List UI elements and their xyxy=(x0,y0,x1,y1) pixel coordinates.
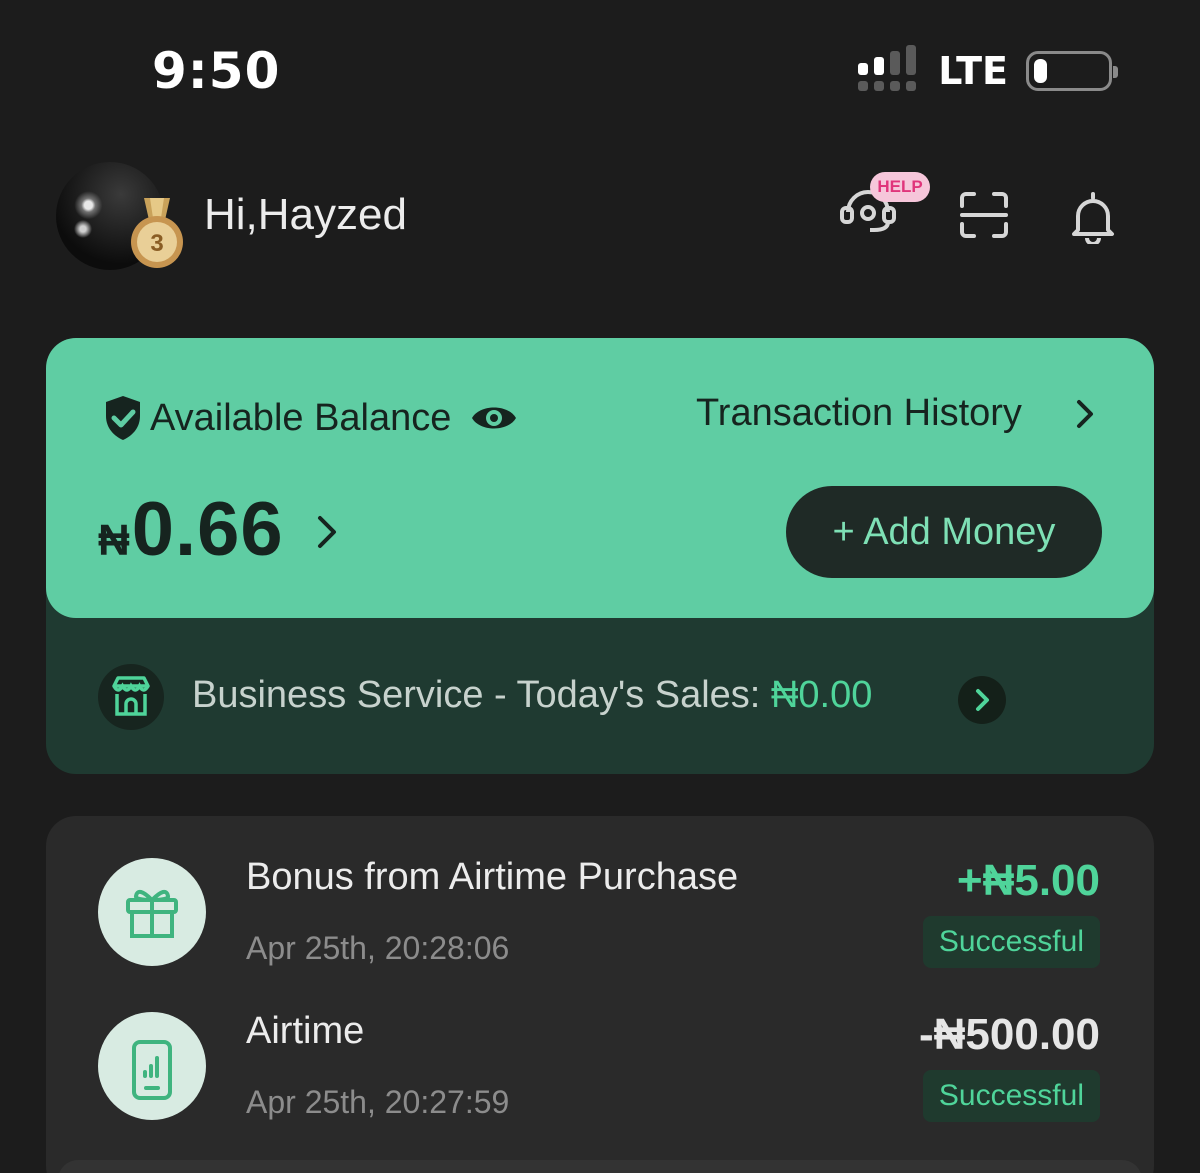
next-card-edge xyxy=(58,1160,1142,1173)
battery-icon xyxy=(1026,51,1118,91)
shield-check-icon xyxy=(106,396,140,440)
status-indicators: LTE xyxy=(858,45,1118,94)
available-balance-label: Available Balance xyxy=(150,396,452,439)
todays-sales-amount: ₦0.00 xyxy=(770,674,873,716)
transaction-amount: -₦500.00 xyxy=(918,1010,1100,1059)
chevron-right-icon xyxy=(976,689,989,711)
business-store-icon xyxy=(98,664,164,730)
scan-icon[interactable] xyxy=(958,190,1010,240)
transaction-date: Apr 25th, 20:27:59 xyxy=(246,1084,510,1120)
status-badge: Successful xyxy=(922,916,1100,968)
balance-amount[interactable]: ₦ 0.66 xyxy=(98,486,284,573)
wallet-home-screen: 9:50 LTE 3 Hi,Hayzed HELP Available Bala… xyxy=(0,0,1200,1173)
transaction-title[interactable]: Bonus from Airtime Purchase xyxy=(246,856,738,899)
signal-strength-icon xyxy=(858,45,920,93)
business-service-arrow-button[interactable] xyxy=(958,676,1006,724)
bell-icon[interactable] xyxy=(1070,190,1116,244)
add-money-button[interactable]: + Add Money xyxy=(786,486,1102,578)
business-service-label: Business Service - Today's Sales: xyxy=(192,674,771,716)
gift-icon xyxy=(98,858,206,966)
transaction-history-link[interactable]: Transaction History xyxy=(696,392,1022,435)
transaction-amount: +₦5.00 xyxy=(956,856,1100,905)
currency-symbol: ₦ xyxy=(98,516,130,565)
status-time: 9:50 xyxy=(152,42,281,100)
business-service-text[interactable]: Business Service - Today's Sales: ₦0.00 xyxy=(192,674,872,717)
greeting: Hi,Hayzed xyxy=(204,190,407,239)
battery-level xyxy=(1034,59,1047,83)
status-badge: Successful xyxy=(922,1070,1100,1122)
medal-badge-icon: 3 xyxy=(131,198,183,268)
transaction-date: Apr 25th, 20:28:06 xyxy=(246,930,510,966)
help-badge[interactable]: HELP xyxy=(870,172,930,202)
medal-level: 3 xyxy=(150,230,163,257)
network-type: LTE xyxy=(938,49,1008,93)
balance-chevron-right-icon[interactable] xyxy=(314,512,340,552)
transaction-title[interactable]: Airtime xyxy=(246,1010,364,1053)
eye-visibility-icon[interactable] xyxy=(469,400,519,436)
balance-value: 0.66 xyxy=(131,487,284,572)
available-balance-row: Available Balance xyxy=(102,394,519,442)
chevron-right-icon[interactable] xyxy=(1074,398,1096,430)
phone-signal-icon xyxy=(98,1012,206,1120)
